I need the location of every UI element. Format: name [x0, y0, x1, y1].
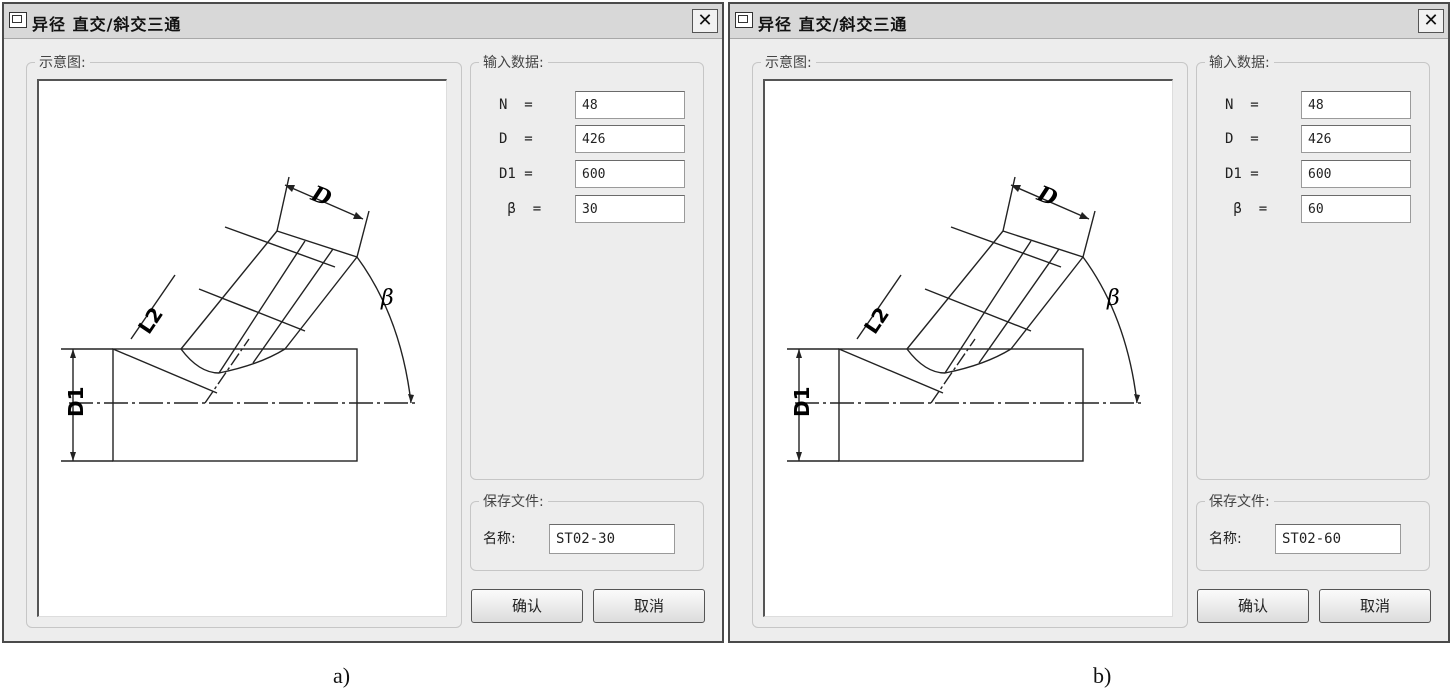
l2-section-1: [924, 288, 1032, 332]
l2-section-1: [198, 288, 306, 332]
field-label-d: D =: [499, 131, 533, 147]
save-group-label: 保存文件:: [479, 491, 548, 511]
save-file-group: 保存文件: 名称:: [1196, 491, 1430, 571]
branch-wall-left: [180, 230, 278, 350]
dim-label-beta: β: [1106, 286, 1120, 311]
input-group-label: 输入数据:: [1205, 52, 1274, 72]
dimension-arrows: [796, 185, 1140, 461]
beta-input[interactable]: [1301, 195, 1411, 223]
figure-caption-a: a): [333, 663, 351, 688]
field-label-beta: β =: [1225, 201, 1268, 217]
dialog-window-a: 异径 直交/斜交三通 ✕ 示意图: D L2 D1 β 输入数据: N = 48…: [2, 2, 724, 643]
dimension-arrows: [70, 185, 414, 461]
main-pipe-outline: [838, 348, 1084, 462]
beta-input[interactable]: [575, 195, 685, 223]
input-data-group: 输入数据: N = D = D1 = β =: [470, 52, 704, 480]
cancel-button[interactable]: 取消: [1319, 589, 1431, 623]
file-name-label: 名称:: [1209, 531, 1242, 547]
d1-input[interactable]: [575, 160, 685, 188]
title-bar[interactable]: 异径 直交/斜交三通 ✕: [4, 4, 722, 39]
confirm-button[interactable]: 确认: [471, 589, 583, 623]
dim-label-l2: L2: [133, 303, 168, 339]
input-group-label: 输入数据:: [479, 52, 548, 72]
save-file-group: 保存文件: 名称:: [470, 491, 704, 571]
cancel-button[interactable]: 取消: [593, 589, 705, 623]
window-title: 异径 直交/斜交三通: [758, 15, 908, 34]
dialog-window-b: 异径 直交/斜交三通 ✕ 示意图: D L2 D1 β 输入数据: N = 48…: [728, 2, 1450, 643]
field-label-d: D =: [1225, 131, 1259, 147]
l2-section-2: [224, 226, 336, 268]
file-name-input[interactable]: [1275, 524, 1401, 554]
field-label-beta: β =: [499, 201, 542, 217]
title-bar[interactable]: 异径 直交/斜交三通 ✕: [730, 4, 1448, 39]
beta-angle-arc: [1082, 256, 1138, 404]
confirm-button[interactable]: 确认: [1197, 589, 1309, 623]
tee-schematic-drawing: D L2 D1 β: [61, 176, 419, 462]
dim-label-beta: β: [380, 286, 394, 311]
file-name-label: 名称:: [483, 531, 516, 547]
dim-label-d1: D1: [790, 386, 814, 417]
schematic-diagram: D L2 D1 β: [37, 79, 447, 617]
field-label-n: N =: [499, 97, 533, 113]
dim-label-d: D: [307, 180, 335, 212]
input-data-group: 输入数据: N = D = D1 = β =: [1196, 52, 1430, 480]
branch-end-line: [276, 230, 358, 258]
field-label-d1: D1 =: [499, 166, 533, 182]
app-icon: [9, 12, 27, 28]
close-button[interactable]: ✕: [692, 9, 718, 33]
diagram-group-label: 示意图:: [761, 52, 816, 72]
dim-label-l2: L2: [859, 303, 894, 339]
field-label-n: N =: [1225, 97, 1259, 113]
diagram-group: 示意图: D L2 D1 β: [26, 52, 462, 628]
field-label-d1: D1 =: [1225, 166, 1259, 182]
window-title: 异径 直交/斜交三通: [32, 15, 182, 34]
d-input[interactable]: [575, 125, 685, 153]
branch-inner-line-2: [978, 248, 1060, 364]
d1-input[interactable]: [1301, 160, 1411, 188]
app-icon: [735, 12, 753, 28]
beta-angle-arc: [356, 256, 412, 404]
file-name-input[interactable]: [549, 524, 675, 554]
branch-end-line: [1002, 230, 1084, 258]
n-input[interactable]: [575, 91, 685, 119]
l2-extension-low: [112, 348, 218, 394]
dim-label-d1: D1: [64, 386, 88, 417]
schematic-diagram: D L2 D1 β: [763, 79, 1173, 617]
branch-wall-left: [906, 230, 1004, 350]
diagram-group-label: 示意图:: [35, 52, 90, 72]
d-input[interactable]: [1301, 125, 1411, 153]
figure-caption-b: b): [1093, 663, 1112, 688]
dim-label-d: D: [1033, 180, 1061, 212]
branch-inner-line-2: [252, 248, 334, 364]
save-group-label: 保存文件:: [1205, 491, 1274, 511]
l2-extension-low: [838, 348, 944, 394]
diagram-group: 示意图: D L2 D1 β: [752, 52, 1188, 628]
main-pipe-outline: [112, 348, 358, 462]
tee-schematic-drawing: D L2 D1 β: [787, 176, 1145, 462]
close-button[interactable]: ✕: [1418, 9, 1444, 33]
l2-section-2: [950, 226, 1062, 268]
n-input[interactable]: [1301, 91, 1411, 119]
